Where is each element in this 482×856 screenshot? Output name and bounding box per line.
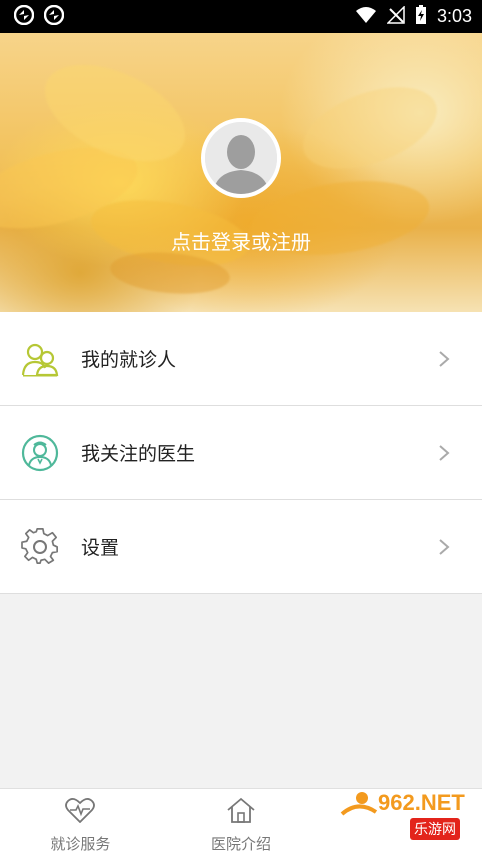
menu-item-settings[interactable]: 设置 [0, 500, 482, 594]
tab-label: 医院介绍 [211, 835, 272, 853]
no-signal-icon [386, 4, 405, 28]
battery-charging-icon [415, 4, 427, 29]
patients-icon [20, 339, 60, 379]
chevron-right-icon [436, 538, 452, 556]
menu-item-label: 我关注的医生 [81, 443, 196, 465]
watermark-brand: 962.NET [378, 790, 465, 815]
avatar[interactable] [201, 118, 281, 198]
heart-pulse-icon [65, 797, 96, 827]
doctor-icon [20, 433, 60, 473]
menu-item-patients[interactable]: 我的就诊人 [0, 312, 482, 406]
sync-icon [13, 4, 35, 29]
header-petal [292, 71, 448, 185]
wifi-icon [355, 6, 377, 28]
menu-item-label: 我的就诊人 [81, 349, 177, 371]
status-time: 3:03 [436, 6, 472, 26]
watermark-sub: 乐游网 [410, 818, 460, 840]
tab-medical-service[interactable]: 就诊服务 [0, 789, 161, 856]
gear-icon [20, 527, 60, 567]
chevron-right-icon [436, 444, 452, 462]
watermark-figure-icon [340, 792, 378, 816]
home-icon [226, 797, 256, 827]
profile-header: 点击登录或注册 [0, 33, 482, 312]
status-bar: 3:03 [0, 0, 482, 33]
menu-item-followed-doctors[interactable]: 我关注的医生 [0, 406, 482, 500]
login-register-link[interactable]: 点击登录或注册 [0, 226, 482, 255]
watermark-logo: 962.NET 乐游网 [338, 790, 478, 850]
default-avatar-icon [205, 122, 277, 194]
tab-hospital-intro[interactable]: 医院介绍 [161, 789, 322, 856]
menu-item-label: 设置 [81, 537, 120, 559]
tab-label: 就诊服务 [50, 835, 111, 853]
sync-icon [43, 4, 65, 29]
chevron-right-icon [436, 350, 452, 368]
menu-list: 我的就诊人 我关注的医生 设置 [0, 312, 482, 594]
